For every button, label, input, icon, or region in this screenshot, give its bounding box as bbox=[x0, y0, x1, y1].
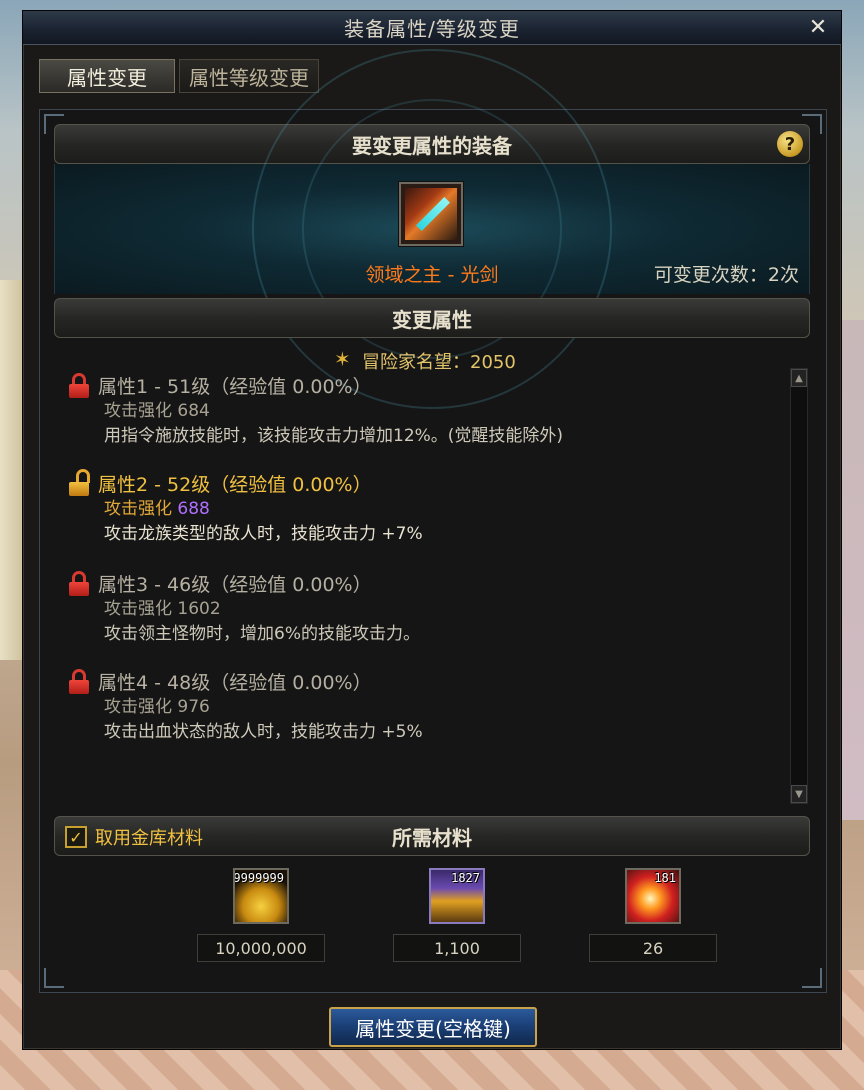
attribute-title-row: 属性4 - 48级（经验值 0.00%） bbox=[54, 668, 423, 695]
attribute-effect: 攻击龙族类型的敌人时，技能攻击力 +7% bbox=[104, 524, 423, 544]
lock-icon[interactable] bbox=[68, 372, 90, 399]
attribute-item[interactable]: 属性4 - 48级（经验值 0.00%） 攻击强化 976 攻击出血状态的敌人时… bbox=[54, 668, 423, 745]
gold-coins-icon[interactable]: 9999999 bbox=[233, 868, 289, 924]
checkmark-icon[interactable]: ✓ bbox=[65, 826, 87, 848]
close-icon[interactable]: ✕ bbox=[805, 14, 831, 40]
material-item[interactable]: 181 26 bbox=[588, 868, 718, 962]
attribute-title: 属性3 - 46级（经验值 0.00%） bbox=[98, 574, 372, 596]
lock-icon[interactable] bbox=[68, 570, 90, 597]
owned-count: 9999999 bbox=[233, 871, 284, 885]
window-titlebar[interactable]: 装备属性/等级变更 ✕ bbox=[23, 11, 841, 45]
scroll-up-icon[interactable]: ▲ bbox=[791, 369, 807, 387]
window-title: 装备属性/等级变更 bbox=[344, 17, 520, 41]
enhance-label: 攻击强化 bbox=[104, 499, 172, 519]
attribute-title-row: 属性3 - 46级（经验值 0.00%） bbox=[54, 570, 420, 597]
lightsaber-icon bbox=[405, 188, 457, 240]
attribute-title-row: 属性2 - 52级（经验值 0.00%） bbox=[54, 468, 423, 497]
attribute-effect: 攻击领主怪物时，增加6%的技能攻击力。 bbox=[104, 624, 420, 644]
attribute-effect: 用指令施放技能时，该技能攻击力增加12%。(觉醒技能除外) bbox=[104, 426, 564, 446]
scroll-down-icon[interactable]: ▼ bbox=[791, 785, 807, 803]
fame-value: 冒险家名望：2050 bbox=[362, 352, 516, 373]
change-count: 可变更次数：2次 bbox=[653, 264, 799, 286]
enhance-value: 976 bbox=[177, 697, 210, 717]
material-item[interactable]: 9999999 10,000,000 bbox=[196, 868, 326, 962]
materials-section-title: 所需材料 bbox=[392, 825, 472, 850]
required-amount: 10,000,000 bbox=[197, 934, 325, 962]
enhance-label: 攻击强化 bbox=[104, 401, 172, 421]
vault-checkbox-label: 取用金库材料 bbox=[95, 828, 203, 849]
attribute-effect: 攻击出血状态的敌人时，技能攻击力 +5% bbox=[104, 722, 423, 742]
enhance-label: 攻击强化 bbox=[104, 697, 172, 717]
frame-corner bbox=[44, 968, 64, 988]
adventurer-fame: 冒险家名望：2050 bbox=[332, 347, 516, 374]
attribute-item[interactable]: 属性1 - 51级（经验值 0.00%） 攻击强化 684 用指令施放技能时，该… bbox=[54, 372, 563, 449]
attribute-list: 冒险家名望：2050 属性1 - 51级（经验值 0.00%） 攻击强化 684… bbox=[54, 346, 810, 812]
attribute-item[interactable]: 属性3 - 46级（经验值 0.00%） 攻击强化 1602 攻击领主怪物时，增… bbox=[54, 570, 420, 647]
material-item[interactable]: 1827 1,100 bbox=[392, 868, 522, 962]
attribute-title: 属性2 - 52级（经验值 0.00%） bbox=[98, 474, 372, 496]
enhance-value: 1602 bbox=[177, 599, 221, 619]
enhance-label: 攻击强化 bbox=[104, 599, 172, 619]
tab-attribute-level-change[interactable]: 属性等级变更 bbox=[179, 59, 319, 93]
lock-icon[interactable] bbox=[68, 668, 90, 695]
required-amount: 1,100 bbox=[393, 934, 521, 962]
attribute-enhance: 攻击强化 976 bbox=[54, 695, 423, 720]
background-pillar bbox=[0, 280, 22, 660]
attribute-enhance: 攻击强化 1602 bbox=[54, 597, 420, 622]
attribute-scrollbar[interactable]: ▲ ▼ bbox=[790, 368, 808, 804]
frame-corner bbox=[802, 968, 822, 988]
tab-attribute-change[interactable]: 属性变更 bbox=[39, 59, 175, 93]
attribute-item[interactable]: 属性2 - 52级（经验值 0.00%） 攻击强化 688 攻击龙族类型的敌人时… bbox=[54, 468, 423, 547]
equipment-slot[interactable] bbox=[399, 182, 463, 246]
content-frame: 要变更属性的装备 ? 领域之主 - 光剑 可变更次数：2次 变更属性 冒险家名望… bbox=[39, 49, 827, 993]
enhance-value: 688 bbox=[177, 499, 210, 519]
required-amount: 26 bbox=[589, 934, 717, 962]
use-vault-materials-checkbox[interactable]: ✓ 取用金库材料 bbox=[65, 824, 203, 850]
attribute-enhance: 攻击强化 688 bbox=[54, 497, 423, 522]
change-attribute-button[interactable]: 属性变更(空格键) bbox=[329, 1007, 537, 1047]
tab-bar: 属性变更 属性等级变更 bbox=[39, 59, 319, 93]
attribute-enhance: 攻击强化 684 bbox=[54, 399, 563, 424]
burst-orb-icon[interactable]: 181 bbox=[625, 868, 681, 924]
enhance-value: 684 bbox=[177, 401, 210, 421]
owned-count: 181 bbox=[654, 871, 676, 885]
materials-section-header: ✓ 取用金库材料 所需材料 bbox=[54, 816, 810, 856]
help-icon[interactable]: ? bbox=[777, 131, 803, 157]
attribute-section-header: 变更属性 bbox=[54, 298, 810, 338]
equipment-attribute-window: 装备属性/等级变更 ✕ 属性变更 属性等级变更 要变更属性的装备 ? 领域之主 … bbox=[22, 10, 842, 1050]
attribute-title: 属性4 - 48级（经验值 0.00%） bbox=[98, 672, 372, 694]
crystal-icon[interactable]: 1827 bbox=[429, 868, 485, 924]
attribute-title: 属性1 - 51级（经验值 0.00%） bbox=[98, 376, 372, 398]
fame-icon bbox=[332, 347, 356, 372]
unlock-icon[interactable] bbox=[68, 468, 90, 497]
attribute-title-row: 属性1 - 51级（经验值 0.00%） bbox=[54, 372, 563, 399]
owned-count: 1827 bbox=[451, 871, 480, 885]
attribute-section-title: 变更属性 bbox=[392, 307, 472, 332]
equipment-display: 领域之主 - 光剑 可变更次数：2次 bbox=[54, 49, 810, 409]
